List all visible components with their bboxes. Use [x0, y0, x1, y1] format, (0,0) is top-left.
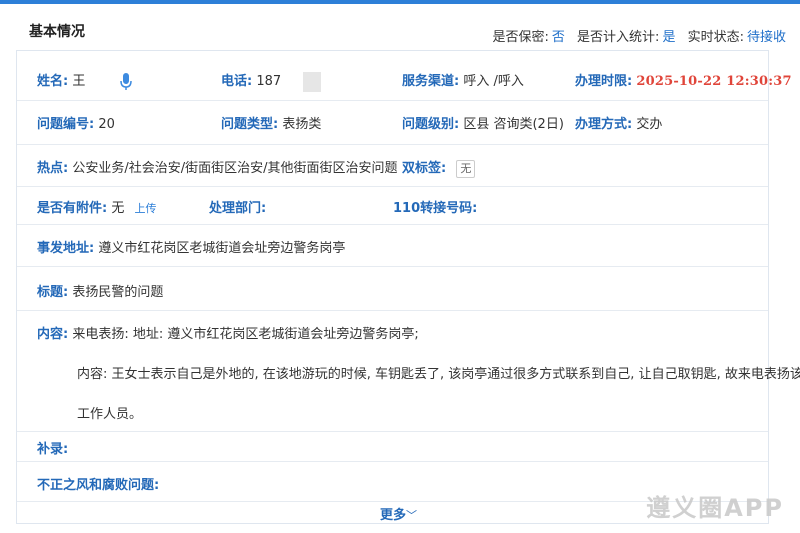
transfer-number-label: 110转接号码: [393, 201, 478, 216]
info-row-subject: 标题: 表扬民警的问题 [17, 267, 768, 311]
info-row-4: 是否有附件: 无 上传 处理部门: 110转接号码: [17, 187, 768, 225]
info-row-3: 热点: 公安业务/社会治安/街面街区治安/其他街面街区治安问题 双标签: 无 [17, 145, 768, 187]
issue-type-value: 表扬类 [282, 117, 322, 132]
watermark-logo: 遵义圈APP [646, 494, 784, 522]
dual-tag-label: 双标签: [402, 161, 447, 176]
misconduct-label: 不正之风和腐败问题: [37, 478, 160, 493]
name-value: 王 [72, 74, 86, 89]
subject-value: 表扬民警的问题 [72, 285, 164, 300]
microphone-icon[interactable] [119, 72, 132, 91]
issue-no-value: 20 [98, 117, 115, 132]
status-value: 待接收 [746, 30, 786, 45]
content-line-1: 来电表扬: 地址: 遵义市红花岗区老城街道会址旁边警务岗亭; [72, 327, 419, 342]
more-label: 更多 [380, 508, 407, 523]
hotspot-label: 热点: [37, 161, 69, 176]
confidential-label: 是否保密: [492, 30, 549, 45]
content-line-3: 工作人员。 [77, 407, 143, 422]
dual-tag-value: 无 [456, 159, 476, 178]
issue-level-value: 区县 咨询类(2日) [463, 117, 564, 132]
channel-label: 服务渠道: [402, 74, 460, 89]
subject-label: 标题: [37, 285, 69, 300]
channel-value: 呼入 /呼入 [463, 74, 524, 89]
confidential-value: 否 [551, 30, 565, 45]
hotspot-value: 公安业务/社会治安/街面街区治安/其他街面街区治安问题 [72, 161, 398, 176]
phone-label: 电话: [221, 74, 253, 89]
issue-level-label: 问题级别: [402, 117, 460, 132]
address-label: 事发地址: [37, 241, 95, 256]
deadline-value: 2025-10-22 12:30:37 [636, 74, 792, 89]
info-row-supplement: 补录: [17, 432, 768, 462]
issue-no-label: 问题编号: [37, 117, 95, 132]
address-value: 遵义市红花岗区老城街道会址旁边警务岗亭 [98, 241, 346, 256]
method-value: 交办 [636, 117, 663, 132]
info-row-2: 问题编号: 20 问题类型: 表扬类 问题级别: 区县 咨询类(2日) 办理方式… [17, 101, 768, 145]
content-line-2: 内容: 王女士表示自己是外地的, 在该地游玩的时候, 车钥匙丢了, 该岗亭通过很… [77, 367, 800, 382]
issue-type-label: 问题类型: [221, 117, 279, 132]
attachment-value: 无 [111, 201, 125, 216]
dept-label: 处理部门: [209, 201, 267, 216]
name-label: 姓名: [37, 74, 69, 89]
info-row-content: 内容: 来电表扬: 地址: 遵义市红花岗区老城街道会址旁边警务岗亭; 内容: 王… [17, 311, 800, 432]
phone-value: 187 [256, 74, 282, 89]
chevron-down-icon: ﹀ [406, 509, 418, 522]
info-panel: 姓名: 王 电话: 187 服务渠道: 呼入 /呼入 办理时限: 2025-10… [16, 50, 800, 524]
info-row-address: 事发地址: 遵义市红花岗区老城街道会址旁边警务岗亭 [17, 225, 768, 267]
attachment-label: 是否有附件: [37, 201, 108, 216]
header-status-group: 是否保密: 否 是否计入统计: 是 实时状态: 待接收 [493, 26, 787, 45]
stats-value: 是 [662, 30, 676, 45]
info-row-1: 姓名: 王 电话: 187 服务渠道: 呼入 /呼入 办理时限: 2025-10… [17, 51, 792, 101]
section-header: 基本情况 是否保密: 否 是否计入统计: 是 实时状态: 待接收 [0, 4, 800, 48]
deadline-label: 办理时限: [575, 74, 633, 89]
more-button[interactable]: 更多﹀ [380, 504, 417, 523]
method-label: 办理方式: [575, 117, 633, 132]
content-label: 内容: [37, 327, 69, 342]
section-title: 基本情况 [29, 24, 85, 40]
upload-link[interactable]: 上传 [135, 202, 157, 215]
stats-label: 是否计入统计: [577, 30, 660, 45]
status-label: 实时状态: [687, 30, 744, 45]
redacted-block [303, 71, 322, 92]
supplement-label: 补录: [37, 442, 69, 457]
